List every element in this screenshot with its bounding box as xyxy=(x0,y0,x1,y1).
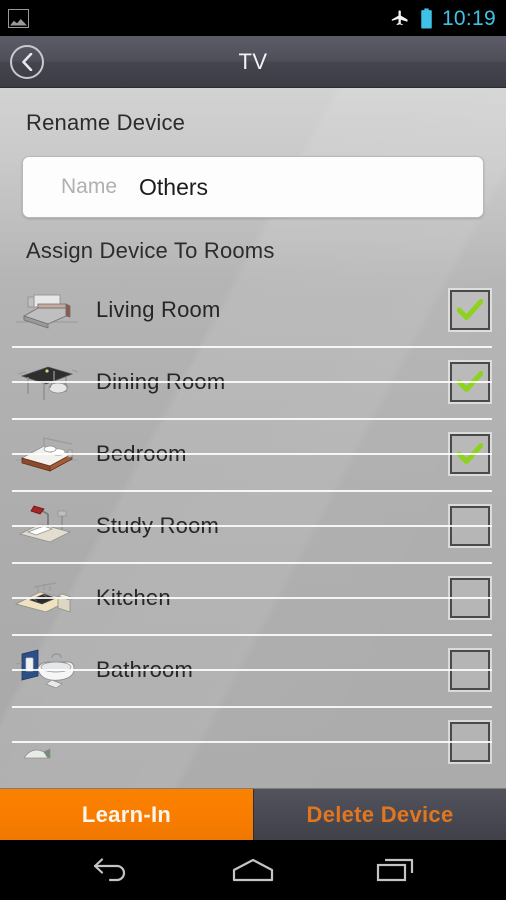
device-name-field[interactable]: Name Others xyxy=(22,156,484,218)
title-bar: TV xyxy=(0,36,506,88)
room-row[interactable]: Dining Room xyxy=(0,346,506,418)
row-divider xyxy=(12,741,492,743)
image-notification-icon xyxy=(8,8,29,28)
row-divider xyxy=(12,525,492,527)
status-bar: 10:19 xyxy=(0,0,506,36)
battery-icon xyxy=(421,7,432,28)
action-bar: Learn-In Delete Device xyxy=(0,788,506,840)
check-mark-icon xyxy=(457,299,483,320)
sofa-icon xyxy=(14,286,80,334)
room-name-label: Living Room xyxy=(96,297,221,322)
nav-back-icon xyxy=(93,858,126,882)
android-nav-bar xyxy=(0,840,506,900)
room-row[interactable]: Kitchen xyxy=(0,562,506,634)
room-checkbox[interactable] xyxy=(450,290,490,330)
room-row[interactable]: Bathroom xyxy=(0,634,506,706)
row-divider xyxy=(12,453,492,455)
nav-home-button[interactable] xyxy=(226,850,280,890)
device-name-label: Name xyxy=(61,175,118,198)
delete-device-button[interactable]: Delete Device xyxy=(253,789,506,840)
room-row[interactable]: Study Room xyxy=(0,490,506,562)
chevron-left-icon xyxy=(22,52,33,71)
nav-home-icon xyxy=(232,858,274,882)
assign-section-title: Assign Device To Rooms xyxy=(26,238,275,263)
nav-recents-button[interactable] xyxy=(368,850,422,890)
room-row[interactable]: Bedroom xyxy=(0,418,506,490)
room-row[interactable]: Living Room xyxy=(0,274,506,346)
row-divider xyxy=(12,669,492,671)
status-bar-clock: 10:19 xyxy=(441,6,496,30)
learn-in-button[interactable]: Learn-In xyxy=(0,789,253,840)
back-button[interactable] xyxy=(10,44,44,79)
room-row[interactable] xyxy=(0,706,506,778)
nav-back-button[interactable] xyxy=(84,850,138,890)
rename-section-title: Rename Device xyxy=(26,110,186,135)
device-name-value: Others xyxy=(139,173,209,200)
room-list[interactable]: Living Room Dining Room Bedroom Study Ro… xyxy=(0,274,506,778)
page-title: TV xyxy=(238,48,268,74)
row-divider xyxy=(12,381,492,383)
airplane-mode-icon xyxy=(391,10,408,26)
row-divider xyxy=(12,597,492,599)
status-bar-right: 10:19 xyxy=(389,8,496,29)
phone-screen: 10:19 TV Rename Device Name Others Assig… xyxy=(0,0,506,900)
main-content: Rename Device Name Others Assign Device … xyxy=(0,88,506,788)
status-bar-left xyxy=(8,8,29,28)
nav-recents-icon xyxy=(376,858,414,882)
